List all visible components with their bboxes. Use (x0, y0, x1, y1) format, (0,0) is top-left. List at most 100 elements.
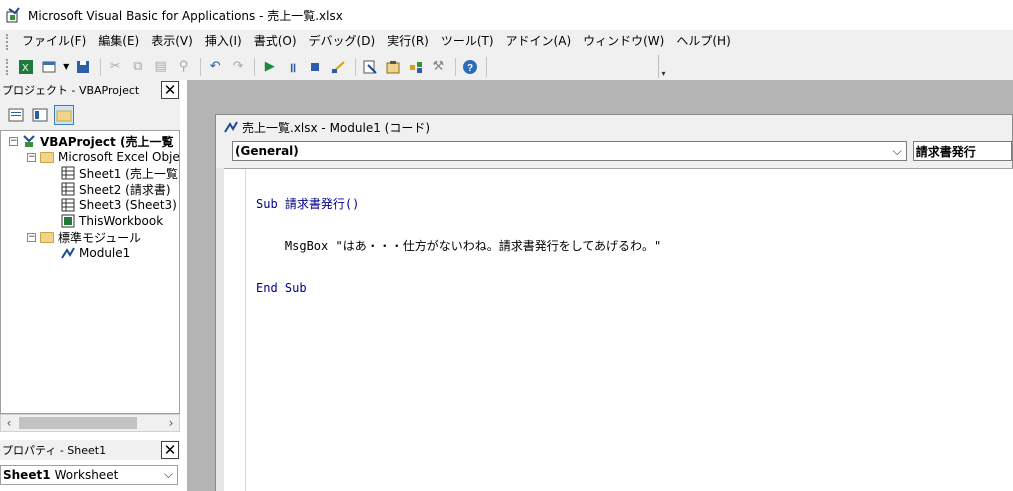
workbook-icon (61, 214, 75, 228)
menu-insert[interactable]: 挿入(I) (199, 30, 248, 53)
procedure-combo-value: 請求書発行 (915, 144, 976, 159)
project-horizontal-scrollbar[interactable]: ‹ › (0, 414, 180, 432)
code-window-title: 売上一覧.xlsx - Module1 (コード) (242, 120, 431, 135)
svg-text:?: ? (467, 63, 473, 74)
code-lines[interactable]: Sub 請求書発行() MsgBox "はあ・・・仕方がないわね。請求書発行をし… (256, 169, 661, 323)
scroll-right-icon[interactable]: › (163, 416, 179, 430)
copy-icon[interactable]: ⧉ (127, 56, 148, 78)
menu-help[interactable]: ヘルプ(H) (670, 30, 736, 53)
title-bar: Microsoft Visual Basic for Applications … (0, 0, 1013, 30)
vba-project-icon (22, 134, 36, 148)
save-icon[interactable] (73, 56, 94, 78)
code-line[interactable]: End Sub (256, 281, 661, 295)
toolbar-separator (199, 57, 201, 76)
module-icon (224, 120, 238, 134)
help-icon[interactable]: ? (460, 56, 481, 78)
view-object-icon[interactable] (30, 105, 50, 125)
module-icon (61, 246, 75, 260)
tree-item-label: Microsoft Excel Object (58, 150, 180, 164)
toolbar-empty-area (486, 56, 668, 77)
excel-icon[interactable]: X (16, 56, 37, 78)
object-type: Worksheet (54, 468, 119, 482)
menu-edit[interactable]: 編集(E) (92, 30, 145, 53)
menu-addins[interactable]: アドイン(A) (500, 30, 578, 53)
menu-run[interactable]: 実行(R) (381, 30, 435, 53)
menu-window[interactable]: ウィンドウ(W) (577, 30, 670, 53)
toolbar-separator (254, 57, 256, 76)
code-window-titlebar[interactable]: 売上一覧.xlsx - Module1 (コード) (216, 115, 1012, 139)
tree-item-label: Sheet2 (請求書) (79, 182, 171, 197)
toolbar-grip[interactable] (6, 58, 10, 75)
tree-item-vbaproject[interactable]: − VBAProject (売上一覧 (9, 133, 173, 149)
menu-bar: ファイル(F) 編集(E) 表示(V) 挿入(I) 書式(O) デバッグ(D) … (0, 30, 1013, 53)
project-close-icon[interactable]: ✕ (161, 81, 179, 99)
properties-close-icon[interactable]: ✕ (161, 441, 179, 459)
properties-panel-header: プロパティ - Sheet1 ✕ (0, 440, 180, 460)
code-line[interactable]: Sub 請求書発行() (256, 197, 661, 211)
code-editor[interactable]: Sub 請求書発行() MsgBox "はあ・・・仕方がないわね。請求書発行をし… (224, 168, 1013, 491)
menu-grip[interactable] (6, 33, 10, 50)
undo-icon[interactable]: ↶ (205, 56, 226, 78)
properties-object-select[interactable]: Sheet1 Worksheet ⌵ (0, 465, 178, 485)
menu-format[interactable]: 書式(O) (248, 30, 303, 53)
code-combo-row: (General) ⌵ 請求書発行 (216, 139, 1012, 163)
sheet-icon (61, 198, 75, 212)
menu-file[interactable]: ファイル(F) (16, 30, 92, 53)
redo-icon[interactable]: ↷ (228, 56, 249, 78)
svg-text:X: X (22, 63, 29, 74)
tree-item-label: VBAProject (売上一覧 (40, 134, 174, 149)
sheet-icon (61, 182, 75, 196)
break-icon[interactable]: ॥ (282, 56, 303, 78)
standard-toolbar: X ▼ ✂ ⧉ ▤ ⚲ ↶ ↷ ▶ ॥ ⚒ ? ▾ (0, 53, 668, 80)
toolbar-options-icon[interactable]: ▾ (658, 55, 668, 78)
collapse-icon[interactable]: − (9, 136, 18, 146)
collapse-icon[interactable]: − (27, 232, 36, 242)
folder-icon (40, 231, 54, 243)
tree-item-thisworkbook[interactable]: ThisWorkbook (61, 213, 163, 229)
reset-icon[interactable] (305, 56, 326, 78)
project-panel-header: プロジェクト - VBAProject ✕ (0, 80, 180, 100)
scroll-left-icon[interactable]: ‹ (1, 416, 17, 430)
tree-item-module1[interactable]: Module1 (61, 245, 130, 261)
tree-item-label: Sheet3 (Sheet3) (79, 198, 177, 212)
insert-module-icon[interactable] (39, 56, 60, 78)
cut-icon[interactable]: ✂ (105, 56, 126, 78)
view-code-icon[interactable] (6, 105, 26, 125)
menu-tools[interactable]: ツール(T) (435, 30, 500, 53)
object-combo[interactable]: (General) ⌵ (232, 141, 907, 161)
tree-item-sheet1[interactable]: Sheet1 (売上一覧) (61, 165, 180, 181)
toolbar-separator (354, 57, 356, 76)
object-combo-value: (General) (235, 144, 299, 158)
collapse-icon[interactable]: − (27, 152, 36, 162)
project-explorer-icon[interactable] (360, 56, 381, 78)
toolbox-icon[interactable]: ⚒ (428, 56, 449, 78)
procedure-combo[interactable]: 請求書発行 (912, 141, 1012, 161)
code-window: 売上一覧.xlsx - Module1 (コード) (General) ⌵ 請求… (215, 114, 1013, 491)
object-browser-icon[interactable] (405, 56, 426, 78)
tree-item-label: Module1 (79, 246, 131, 260)
code-line[interactable]: MsgBox "はあ・・・仕方がないわね。請求書発行をしてあげるわ。" (256, 239, 661, 253)
folder-icon (40, 151, 54, 163)
scrollbar-thumb[interactable] (19, 417, 137, 429)
toggle-folders-icon[interactable] (54, 105, 74, 125)
code-margin-bar[interactable] (224, 169, 246, 491)
paste-icon[interactable]: ▤ (150, 56, 171, 78)
design-mode-icon[interactable] (328, 56, 349, 78)
properties-icon[interactable] (382, 56, 403, 78)
object-name: Sheet1 (3, 468, 51, 482)
chevron-down-icon[interactable]: ▼ (61, 56, 70, 78)
menu-view[interactable]: 表示(V) (145, 30, 199, 53)
tree-item-label: Sheet1 (売上一覧) (79, 166, 180, 181)
window-title: Microsoft Visual Basic for Applications … (28, 8, 343, 23)
project-panel-toolbar (0, 100, 180, 130)
find-icon[interactable]: ⚲ (173, 56, 194, 78)
tree-item-standard-modules[interactable]: − 標準モジュール (27, 229, 141, 245)
tree-item-sheet3[interactable]: Sheet3 (Sheet3) (61, 197, 177, 213)
tree-item-sheet2[interactable]: Sheet2 (請求書) (61, 181, 171, 197)
run-icon[interactable]: ▶ (259, 56, 280, 78)
menu-debug[interactable]: デバッグ(D) (303, 30, 382, 53)
tree-item-excel-objects[interactable]: − Microsoft Excel Object (27, 149, 180, 165)
chevron-down-icon[interactable]: ⌵ (164, 467, 173, 482)
properties-panel-title: プロパティ - Sheet1 (2, 444, 107, 457)
chevron-down-icon[interactable]: ⌵ (893, 144, 902, 159)
